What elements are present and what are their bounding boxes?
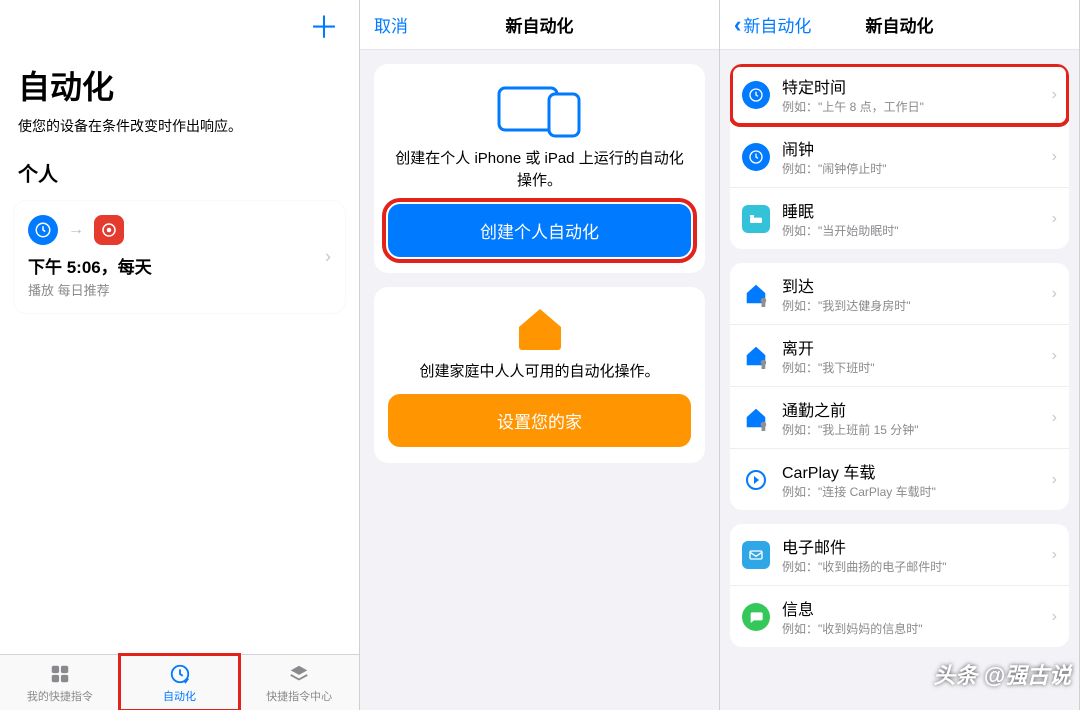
trigger-leave[interactable]: 离开例如："我下班时"› (730, 325, 1069, 387)
trigger-message[interactable]: 信息例如："收到妈妈的信息时"› (730, 586, 1069, 647)
trigger-subtitle: 例如："我下班时" (782, 359, 1052, 376)
arrow-icon: → (68, 221, 84, 239)
chevron-right-icon: › (1052, 471, 1057, 489)
home-automation-card: 创建家庭中人人可用的自动化操作。 设置您的家 (374, 287, 705, 464)
home-desc: 创建家庭中人人可用的自动化操作。 (388, 361, 691, 383)
trigger-commute[interactable]: 通勤之前例如："我上班前 15 分钟"› (730, 387, 1069, 449)
home-person-icon (742, 342, 770, 370)
trigger-email[interactable]: 电子邮件例如："收到曲扬的电子邮件时"› (730, 524, 1069, 586)
home-icon (388, 305, 691, 351)
tab-label: 快捷指令中心 (266, 688, 332, 704)
personal-desc: 创建在个人 iPhone 或 iPad 上运行的自动化操作。 (388, 148, 691, 192)
page-title: 自动化 (0, 44, 359, 112)
chevron-right-icon: › (1052, 285, 1057, 303)
carplay-icon (742, 466, 770, 494)
music-app-icon (94, 215, 124, 245)
clock-icon (168, 662, 192, 686)
clock-icon (742, 143, 770, 171)
watermark: 头条 @强古说 (933, 658, 1071, 690)
home-person-icon (742, 404, 770, 432)
home-person-icon (742, 280, 770, 308)
setup-home-button[interactable]: 设置您的家 (388, 394, 691, 447)
back-button[interactable]: ‹ 新自动化 (734, 12, 811, 38)
message-icon (742, 603, 770, 631)
trigger-subtitle: 例如："当开始助眠时" (782, 222, 1052, 239)
trigger-title: 特定时间 (782, 74, 1052, 98)
trigger-title: 信息 (782, 596, 1052, 620)
trigger-title: 离开 (782, 335, 1052, 359)
trigger-title: CarPlay 车载 (782, 459, 1052, 483)
chevron-right-icon: › (325, 247, 331, 268)
chevron-right-icon: › (1052, 86, 1057, 104)
trigger-subtitle: 例如："连接 CarPlay 车载时" (782, 483, 1052, 500)
chevron-right-icon: › (1052, 148, 1057, 166)
tab-my-shortcuts[interactable]: 我的快捷指令 (0, 655, 120, 710)
chevron-right-icon: › (1052, 210, 1057, 228)
trigger-subtitle: 例如："闹钟停止时" (782, 160, 1052, 177)
trigger-subtitle: 例如："我到达健身房时" (782, 297, 1052, 314)
tab-automation[interactable]: 自动化 (120, 655, 240, 710)
tab-label: 自动化 (163, 688, 196, 704)
grid-icon (48, 662, 72, 686)
trigger-sleep[interactable]: 睡眠例如："当开始助眠时"› (730, 188, 1069, 249)
mail-icon (742, 541, 770, 569)
trigger-time-of-day[interactable]: 特定时间例如："上午 8 点，工作日"› (730, 64, 1069, 126)
chevron-right-icon: › (1052, 608, 1057, 626)
nav-title: 新自动化 (506, 12, 574, 37)
trigger-subtitle: 例如："收到妈妈的信息时" (782, 620, 1052, 637)
trigger-title: 通勤之前 (782, 397, 1052, 421)
trigger-alarm[interactable]: 闹钟例如："闹钟停止时"› (730, 126, 1069, 188)
devices-icon (388, 82, 691, 138)
trigger-title: 睡眠 (782, 198, 1052, 222)
back-label: 新自动化 (743, 12, 811, 37)
trigger-subtitle: 例如："收到曲扬的电子邮件时" (782, 558, 1052, 575)
clock-icon (28, 215, 58, 245)
automation-time-label: 下午 5:06，每天 (28, 253, 331, 278)
chevron-right-icon: › (1052, 409, 1057, 427)
nav-bar: ‹ 新自动化 新自动化 (720, 0, 1079, 50)
chevron-right-icon: › (1052, 347, 1057, 365)
section-personal: 个人 (0, 152, 359, 197)
nav-title: 新自动化 (866, 12, 934, 37)
trigger-title: 到达 (782, 273, 1052, 297)
trigger-subtitle: 例如："上午 8 点，工作日" (782, 98, 1052, 115)
trigger-arrive[interactable]: 到达例如："我到达健身房时"› (730, 263, 1069, 325)
clock-icon (742, 81, 770, 109)
page-subtitle: 使您的设备在条件改变时作出响应。 (0, 112, 359, 152)
trigger-title: 闹钟 (782, 136, 1052, 160)
tab-bar: 我的快捷指令 自动化 快捷指令中心 (0, 654, 359, 710)
trigger-title: 电子邮件 (782, 534, 1052, 558)
trigger-carplay[interactable]: CarPlay 车载例如："连接 CarPlay 车载时"› (730, 449, 1069, 510)
tab-label: 我的快捷指令 (27, 688, 93, 704)
automation-action-label: 播放 每日推荐 (28, 280, 331, 299)
cancel-button[interactable]: 取消 (374, 12, 408, 37)
chevron-right-icon: › (1052, 546, 1057, 564)
bed-icon (742, 205, 770, 233)
tab-gallery[interactable]: 快捷指令中心 (239, 655, 359, 710)
personal-automation-card: 创建在个人 iPhone 或 iPad 上运行的自动化操作。 创建个人自动化 (374, 64, 705, 273)
trigger-subtitle: 例如："我上班前 15 分钟" (782, 421, 1052, 438)
chevron-left-icon: ‹ (734, 12, 741, 38)
stack-icon (287, 662, 311, 686)
automation-card[interactable]: → 下午 5:06，每天 播放 每日推荐 › (14, 201, 345, 313)
add-automation-button[interactable]: ＋ (309, 14, 339, 44)
create-personal-automation-button[interactable]: 创建个人自动化 (388, 204, 691, 257)
nav-bar: 取消 新自动化 (360, 0, 719, 50)
